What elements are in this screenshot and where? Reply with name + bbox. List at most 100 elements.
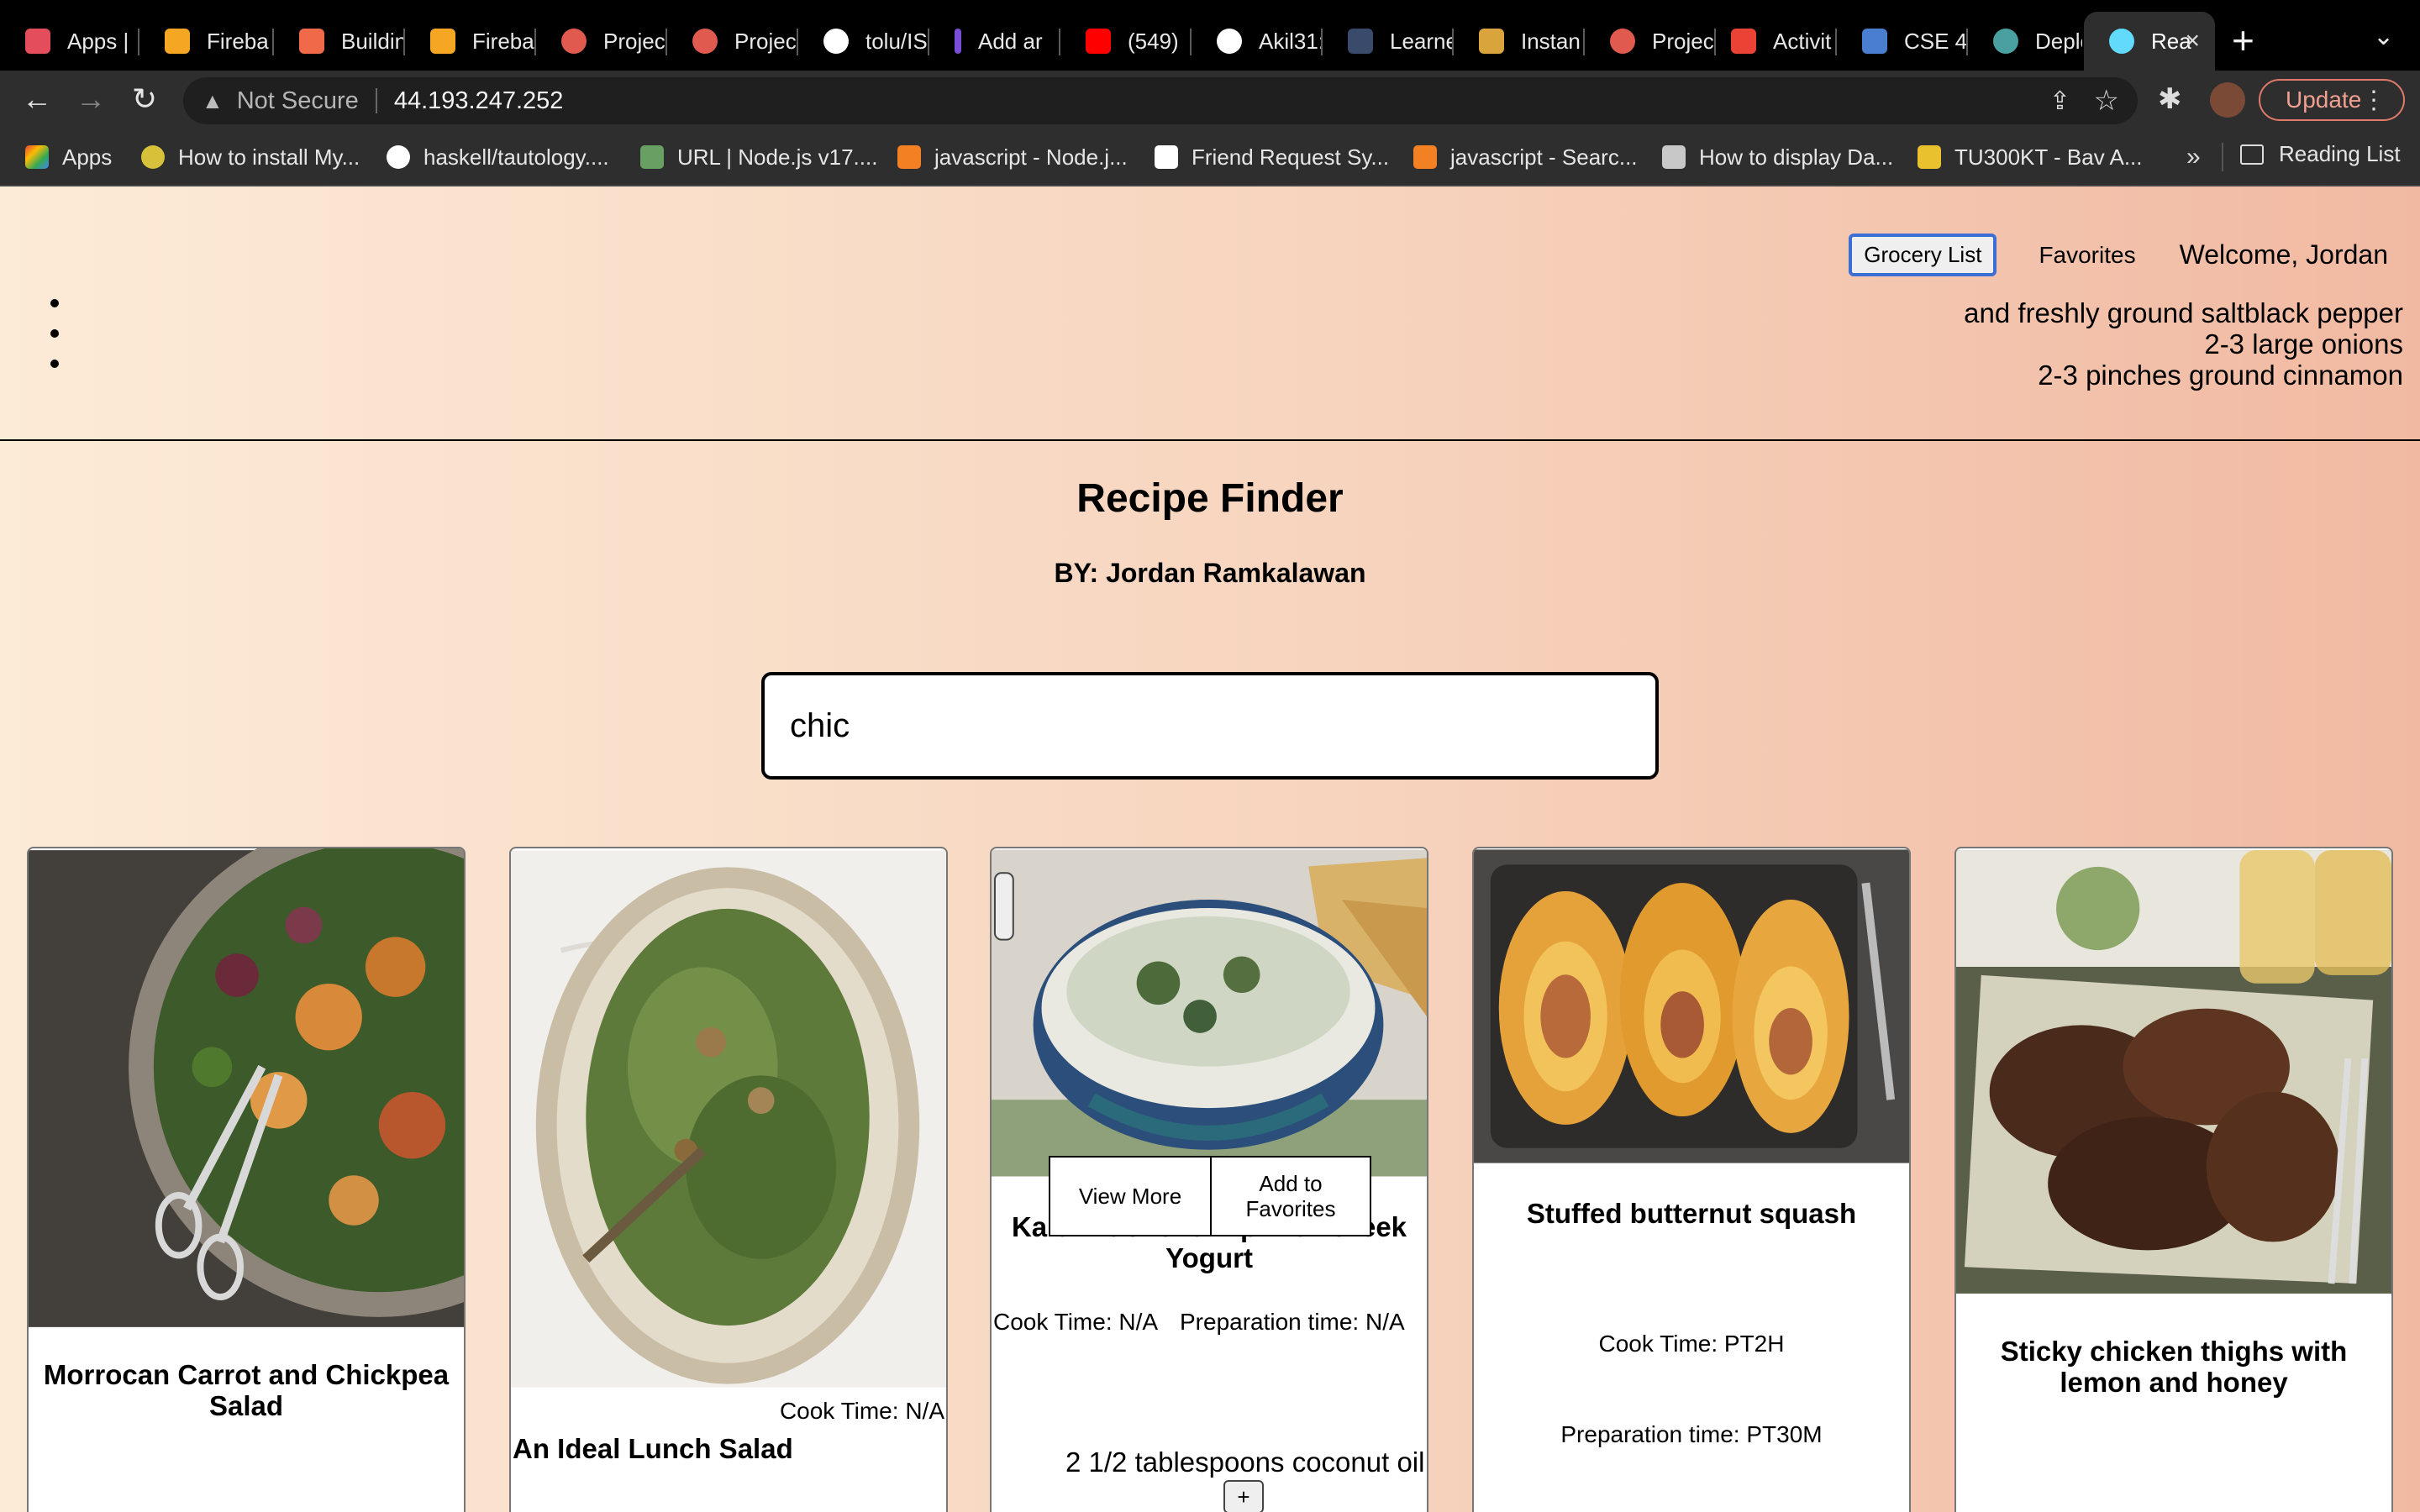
recipe-search-input[interactable] bbox=[761, 672, 1659, 780]
new-tab-button[interactable]: + bbox=[2232, 17, 2254, 64]
add-ingredient-plus-icon[interactable]: + bbox=[1223, 1480, 1264, 1512]
browser-tab[interactable]: Akil31: bbox=[1192, 12, 1323, 71]
tab-favicon-icon bbox=[1731, 29, 1756, 54]
update-button[interactable]: Update ⋮ bbox=[2259, 79, 2405, 121]
bookmark-label: URL | Node.js v17.... bbox=[677, 144, 878, 170]
update-label: Update bbox=[2286, 87, 2362, 113]
tab-title: (549) bbox=[1128, 28, 1179, 54]
page-title: Recipe Finder bbox=[1076, 476, 1344, 521]
favorites-link[interactable]: Favorites bbox=[2039, 242, 2135, 269]
list-bullet bbox=[50, 329, 59, 338]
tab-title: Projec bbox=[603, 28, 666, 54]
bookmark-item[interactable]: haskell/tautology.... bbox=[387, 141, 609, 173]
browser-tab[interactable]: Learne bbox=[1323, 12, 1454, 71]
tab-title: Add ar bbox=[978, 28, 1043, 54]
github-icon bbox=[387, 145, 410, 169]
recipe-card[interactable]: Stuffed butternut squash Cook Time: PT2H… bbox=[1472, 847, 1911, 1512]
close-tab-icon[interactable]: × bbox=[2185, 27, 2200, 55]
welcome-text: Welcome, Jordan bbox=[2179, 239, 2388, 270]
browser-tab[interactable]: Projec bbox=[1585, 12, 1716, 71]
reading-list-icon bbox=[2240, 144, 2264, 165]
recipe-card[interactable]: Sticky chicken thighs with lemon and hon… bbox=[1954, 847, 2393, 1512]
bookmark-item[interactable]: How to install My... bbox=[141, 141, 360, 173]
bookmark-label: How to display Da... bbox=[1699, 144, 1894, 170]
tab-favicon-icon bbox=[1993, 29, 2018, 54]
bookmark-item[interactable]: How to display Da... bbox=[1662, 141, 1893, 173]
tab-title: tolu/IS bbox=[865, 28, 928, 54]
reload-icon[interactable]: ↻ bbox=[124, 79, 165, 119]
more-bookmarks-chevron-icon[interactable]: » bbox=[2186, 143, 2201, 171]
recipe-image bbox=[1474, 849, 1909, 1163]
address-bar[interactable]: ▲ Not Secure 44.193.247.252 ⇪ ☆ bbox=[183, 77, 2138, 124]
browser-tab[interactable]: Deploy bbox=[1968, 12, 2082, 71]
share-icon[interactable]: ⇪ bbox=[2049, 87, 2070, 116]
browser-tab[interactable]: Activit bbox=[1706, 12, 1837, 71]
bookmark-label: TU300KT - Bav A... bbox=[1954, 144, 2143, 170]
forward-arrow-icon[interactable]: → bbox=[71, 79, 111, 119]
recipe-title: Morrocan Carrot and Chickpea Salad bbox=[43, 1359, 450, 1421]
view-more-button[interactable]: View More bbox=[1049, 1156, 1212, 1236]
tab-favicon-icon bbox=[25, 29, 50, 54]
tab-title: Deploy bbox=[2035, 28, 2082, 54]
nodejs-icon bbox=[640, 145, 664, 169]
tab-favicon-icon bbox=[1862, 29, 1887, 54]
recipe-image bbox=[511, 850, 946, 1388]
browser-tab[interactable]: Fireba bbox=[405, 12, 536, 71]
browser-tab[interactable]: (549) bbox=[1060, 12, 1192, 71]
tab-favicon-icon bbox=[430, 29, 455, 54]
header-nav: Grocery List Favorites Welcome, Jordan bbox=[1849, 234, 2420, 276]
browser-tab[interactable]: Apps | bbox=[0, 12, 139, 71]
prep-time: Preparation time: PT30M bbox=[1560, 1421, 1823, 1447]
cook-time: Cook Time: PT2H bbox=[1598, 1331, 1785, 1357]
browser-tab[interactable]: Projec bbox=[536, 12, 667, 71]
browser-toolbar: ← → ↻ ▲ Not Secure 44.193.247.252 ⇪ ☆ ✱ … bbox=[0, 71, 2420, 128]
bookmark-label: javascript - Searc... bbox=[1450, 144, 1638, 170]
profile-avatar[interactable] bbox=[2210, 82, 2245, 118]
stackoverflow-icon bbox=[1413, 145, 1437, 169]
security-status-label[interactable]: Not Secure bbox=[237, 87, 359, 115]
tab-favicon-icon bbox=[165, 29, 190, 54]
recipe-card[interactable]: Morrocan Carrot and Chickpea Salad bbox=[27, 847, 466, 1512]
browser-tab[interactable]: Buildin bbox=[274, 12, 405, 71]
tab-favicon-icon bbox=[561, 29, 587, 54]
grocery-list-button[interactable]: Grocery List bbox=[1849, 234, 1997, 276]
tab-favicon-icon bbox=[299, 29, 324, 54]
recipe-finder-page: Grocery List Favorites Welcome, Jordan a… bbox=[0, 186, 2420, 1512]
browser-tab[interactable]: Instan bbox=[1454, 12, 1585, 71]
author-byline: BY: Jordan Ramkalawan bbox=[1054, 558, 1366, 588]
reading-list-button[interactable]: Reading List bbox=[2240, 141, 2401, 167]
browser-tab[interactable]: Add ar bbox=[929, 12, 1060, 71]
recipe-card[interactable]: Cook Time: N/A An Ideal Lunch Salad bbox=[509, 847, 948, 1512]
bookmark-item[interactable]: javascript - Node.j... bbox=[897, 141, 1128, 173]
tab-favicon-icon bbox=[1610, 29, 1635, 54]
browser-tab[interactable]: Projec bbox=[667, 12, 798, 71]
prep-time: Preparation time: N/A bbox=[1180, 1309, 1405, 1335]
recipe-title: Stuffed butternut squash bbox=[1526, 1198, 1857, 1229]
tab-search-icon[interactable]: ⌄ bbox=[2373, 22, 2394, 51]
grocery-list-item: 2-3 pinches ground cinnamon bbox=[2038, 360, 2403, 391]
bookmark-item[interactable]: URL | Node.js v17.... bbox=[640, 141, 877, 173]
bookmark-item[interactable]: javascript - Searc... bbox=[1413, 141, 1638, 173]
bookmark-item[interactable]: TU300KT - Bav A... bbox=[1918, 141, 2143, 173]
bookmark-star-icon[interactable]: ☆ bbox=[2094, 84, 2119, 118]
add-to-favorites-button[interactable]: Add to Favorites bbox=[1210, 1156, 1371, 1236]
bookmark-label: Apps bbox=[62, 144, 113, 170]
bookmark-item[interactable]: Apps bbox=[25, 141, 112, 173]
browser-tab[interactable]: CSE 4: bbox=[1837, 12, 1968, 71]
tab-title: Fireba bbox=[472, 28, 534, 54]
bookmark-item[interactable]: Friend Request Sy... bbox=[1155, 141, 1389, 173]
browser-tab[interactable]: Fireba bbox=[139, 12, 274, 71]
bookmark-label: haskell/tautology.... bbox=[424, 144, 609, 170]
browser-tab[interactable]: tolu/IS bbox=[798, 12, 929, 71]
back-arrow-icon[interactable]: ← bbox=[17, 79, 57, 119]
apps-grid-icon bbox=[25, 145, 49, 169]
tab-title: Akil31: bbox=[1259, 28, 1323, 54]
warning-triangle-icon[interactable]: ▲ bbox=[202, 88, 224, 114]
url-text[interactable]: 44.193.247.252 bbox=[394, 87, 564, 115]
kebab-menu-icon[interactable]: ⋮ bbox=[2361, 86, 2386, 115]
tab-favicon-icon bbox=[1217, 29, 1242, 54]
medium-icon bbox=[1155, 145, 1178, 169]
browser-tab-active[interactable]: Rea × bbox=[2084, 12, 2215, 71]
extensions-puzzle-icon[interactable]: ✱ bbox=[2158, 82, 2182, 116]
tab-favicon-icon bbox=[955, 29, 961, 54]
